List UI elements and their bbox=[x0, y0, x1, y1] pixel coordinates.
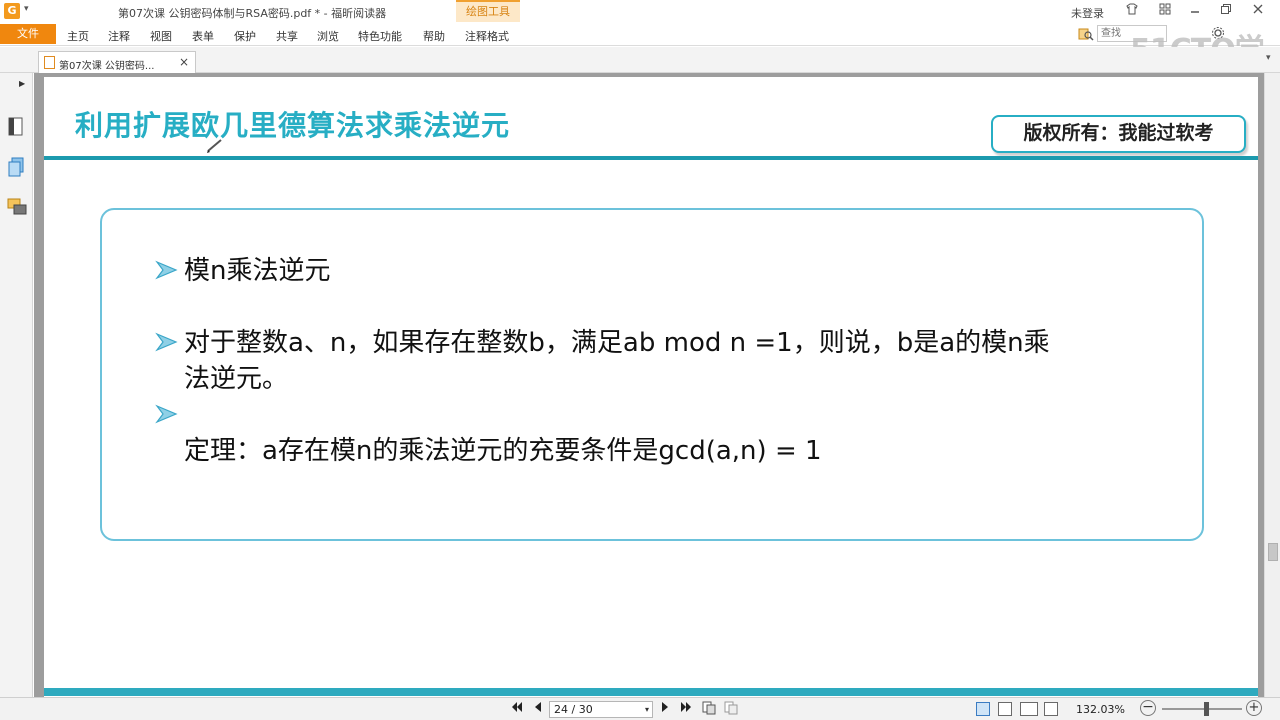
minimize-icon[interactable] bbox=[1187, 3, 1203, 17]
facing-view-icon[interactable] bbox=[1020, 702, 1038, 716]
bullet-text-2-line1: 对于整数a、n，如果存在整数b，满足ab mod n =1，则说，b是a的模n乘 bbox=[184, 328, 1050, 358]
navigation-panel: ▶ bbox=[0, 73, 33, 700]
vertical-scrollbar[interactable] bbox=[1264, 73, 1280, 700]
bullet-text-2-line2: 法逆元。 bbox=[184, 364, 289, 394]
scrollbar-thumb[interactable] bbox=[1268, 543, 1278, 561]
pdf-file-icon bbox=[44, 56, 55, 69]
menu-share[interactable]: 共享 bbox=[276, 28, 298, 44]
page-number-field[interactable]: 24 / 30 ▾ bbox=[549, 701, 653, 718]
continuous-facing-view-icon[interactable] bbox=[1044, 702, 1058, 716]
document-viewport[interactable]: 利用扩展欧几里德算法求乘法逆元 版权所有：我能过软考 模n乘法逆元 对于整数a、… bbox=[34, 73, 1264, 700]
find-icon[interactable] bbox=[1078, 27, 1094, 41]
expand-panel-icon[interactable]: ▶ bbox=[19, 79, 25, 88]
previous-page-icon[interactable] bbox=[533, 701, 543, 716]
pdf-page: 利用扩展欧几里德算法求乘法逆元 版权所有：我能过软考 模n乘法逆元 对于整数a、… bbox=[44, 77, 1258, 700]
slide-title: 利用扩展欧几里德算法求乘法逆元 bbox=[75, 109, 511, 142]
menu-view[interactable]: 视图 bbox=[150, 28, 172, 44]
login-status[interactable]: 未登录 bbox=[1071, 5, 1104, 21]
zoom-in-icon[interactable]: + bbox=[1246, 700, 1262, 716]
page-number-value: 24 / 30 bbox=[554, 703, 593, 716]
restore-icon[interactable] bbox=[1218, 3, 1234, 17]
title-bar: G ▾ 第07次课 公钥密码体制与RSA密码.pdf * - 福昕阅读器 绘图工… bbox=[0, 0, 1280, 22]
single-page-view-icon[interactable] bbox=[976, 702, 990, 716]
title-divider bbox=[44, 156, 1258, 160]
content-box: 模n乘法逆元 对于整数a、n，如果存在整数b，满足ab mod n =1，则说，… bbox=[100, 208, 1204, 541]
menu-help[interactable]: 帮助 bbox=[423, 28, 445, 44]
arrow-bullet-icon bbox=[154, 402, 180, 428]
document-tab[interactable]: 第07次课 公钥密码... × bbox=[38, 51, 196, 73]
arrow-bullet-icon bbox=[154, 258, 180, 284]
menu-form[interactable]: 表单 bbox=[192, 28, 214, 44]
last-page-icon[interactable] bbox=[680, 701, 692, 716]
bookmark-icon[interactable] bbox=[7, 117, 25, 137]
zoom-slider-thumb[interactable] bbox=[1204, 702, 1209, 716]
foxit-logo-icon[interactable]: G bbox=[4, 3, 20, 19]
arrow-bullet-icon bbox=[154, 330, 180, 356]
menu-home[interactable]: 主页 bbox=[67, 28, 89, 44]
bullet-text-1: 模n乘法逆元 bbox=[184, 256, 331, 286]
menu-browse[interactable]: 浏览 bbox=[317, 28, 339, 44]
menu-protect[interactable]: 保护 bbox=[234, 28, 256, 44]
skin-icon[interactable] bbox=[1124, 3, 1140, 17]
copyright-badge: 版权所有：我能过软考 bbox=[991, 115, 1246, 153]
pages-icon[interactable] bbox=[7, 157, 25, 177]
bullet-text-3: 定理：a存在模n的乘法逆元的充要条件是gcd(a,n) = 1 bbox=[184, 436, 822, 466]
pen-cursor-icon bbox=[206, 135, 226, 155]
zoom-slider-track[interactable] bbox=[1162, 702, 1242, 716]
document-tab-bar: 第07次课 公钥密码... × ▾ bbox=[0, 47, 1280, 73]
drawing-tools-context-tab[interactable]: 绘图工具 bbox=[456, 0, 520, 22]
tab-list-dropdown-icon[interactable]: ▾ bbox=[1266, 53, 1271, 63]
comments-icon[interactable] bbox=[7, 197, 27, 217]
menu-features[interactable]: 特色功能 bbox=[358, 28, 402, 44]
close-icon[interactable] bbox=[1250, 3, 1266, 17]
first-page-icon[interactable] bbox=[511, 701, 523, 716]
quick-access-dropdown[interactable]: ▾ bbox=[24, 4, 29, 14]
previous-view-icon[interactable] bbox=[702, 701, 716, 718]
layout-icon[interactable] bbox=[1157, 3, 1173, 17]
window-title: 第07次课 公钥密码体制与RSA密码.pdf * - 福昕阅读器 bbox=[118, 7, 387, 20]
document-tab-title: 第07次课 公钥密码... bbox=[59, 61, 155, 72]
zoom-out-icon[interactable]: − bbox=[1140, 700, 1156, 716]
menu-comment-format[interactable]: 注释格式 bbox=[465, 28, 509, 44]
status-bar: 24 / 30 ▾ 132.03% − + bbox=[0, 697, 1280, 720]
page-dropdown-icon[interactable]: ▾ bbox=[645, 702, 649, 717]
next-view-icon[interactable] bbox=[724, 701, 738, 718]
page-footer-bar bbox=[44, 688, 1258, 696]
next-page-icon[interactable] bbox=[660, 701, 670, 716]
menu-comment[interactable]: 注释 bbox=[108, 28, 130, 44]
zoom-level[interactable]: 132.03% bbox=[1076, 703, 1125, 716]
continuous-view-icon[interactable] bbox=[998, 702, 1012, 716]
tab-close-icon[interactable]: × bbox=[179, 55, 189, 69]
ribbon-menu-bar: 文件 主页 注释 视图 表单 保护 共享 浏览 特色功能 帮助 注释格式 bbox=[0, 22, 1280, 46]
menu-file[interactable]: 文件 bbox=[0, 24, 56, 44]
